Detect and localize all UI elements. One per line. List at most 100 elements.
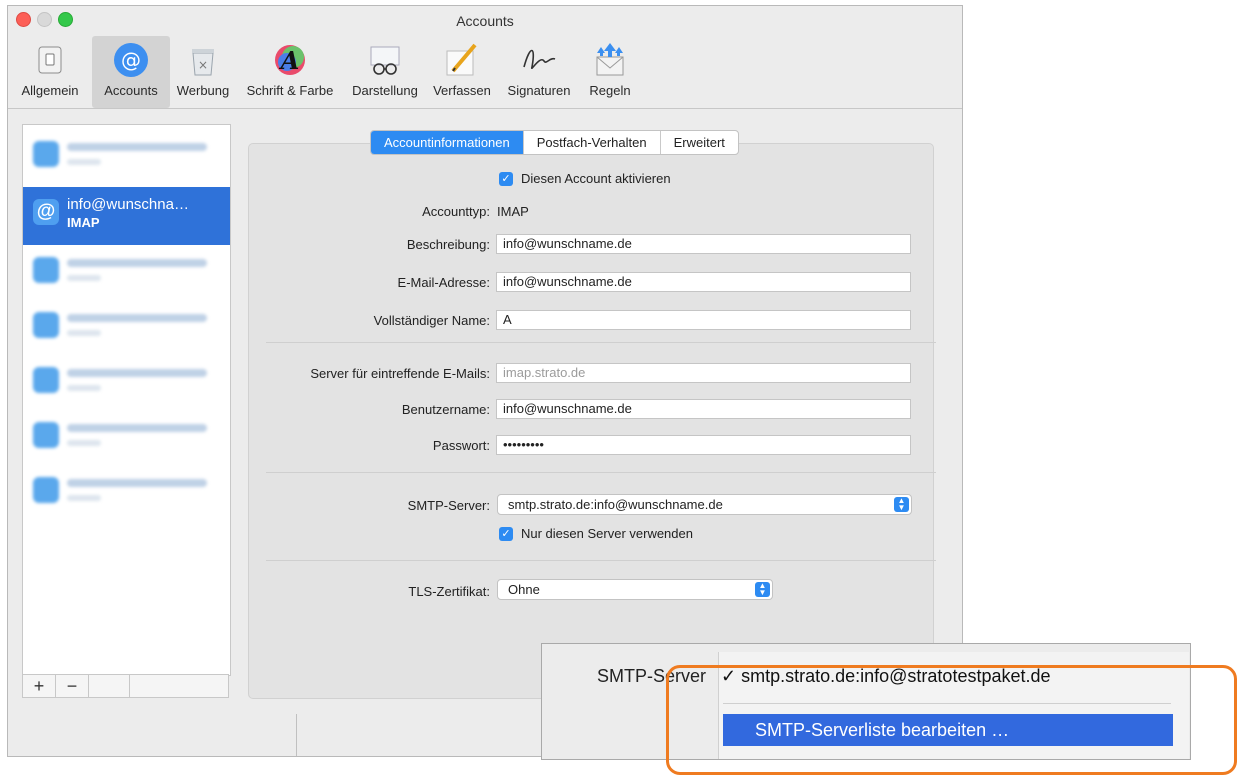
incoming-server-field[interactable]: imap.strato.de bbox=[496, 363, 911, 383]
tab-signaturen-label: Signaturen bbox=[507, 83, 571, 98]
account-icon bbox=[33, 422, 59, 448]
close-window-button[interactable] bbox=[16, 12, 31, 27]
accounttype-label: Accounttyp: bbox=[422, 204, 490, 219]
blurred-account-name bbox=[67, 369, 207, 377]
account-icon bbox=[33, 257, 59, 283]
account-list-item[interactable] bbox=[23, 355, 230, 413]
at-icon: @ bbox=[112, 41, 150, 79]
blurred-account-type bbox=[67, 330, 101, 336]
font-color-icon: A bbox=[271, 41, 309, 79]
active-account-name: info@wunschna… bbox=[67, 196, 189, 213]
tab-werbung-label: Werbung bbox=[176, 83, 230, 98]
enable-account-checkbox[interactable]: ✓ bbox=[499, 172, 513, 186]
tab-accounts[interactable]: @ Accounts bbox=[92, 36, 170, 108]
incoming-server-label: Server für eintreffende E-Mails: bbox=[310, 366, 490, 381]
blurred-account-name bbox=[67, 143, 207, 151]
email-field[interactable]: info@wunschname.de bbox=[496, 272, 911, 292]
blurred-account-name bbox=[67, 314, 207, 322]
tab-werbung[interactable]: × Werbung bbox=[170, 36, 236, 108]
svg-text:@: @ bbox=[121, 48, 141, 72]
tab-darstellung[interactable]: Darstellung bbox=[344, 36, 426, 108]
account-icon bbox=[33, 477, 59, 503]
password-field[interactable]: ••••••••• bbox=[496, 435, 911, 455]
smtp-server-value: smtp.strato.de:info@wunschname.de bbox=[508, 497, 723, 512]
username-label: Benutzername: bbox=[401, 402, 490, 417]
tab-regeln-label: Regeln bbox=[589, 83, 631, 98]
highlight-frame bbox=[666, 665, 1237, 775]
account-list-item[interactable] bbox=[23, 300, 230, 358]
window-title: Accounts bbox=[456, 13, 514, 29]
blurred-account-type bbox=[67, 275, 101, 281]
tab-accounts-label: Accounts bbox=[104, 83, 158, 98]
enable-account-label: Diesen Account aktivieren bbox=[521, 171, 671, 186]
blurred-account-type bbox=[67, 440, 101, 446]
account-list-item[interactable] bbox=[23, 410, 230, 468]
at-icon: @ bbox=[33, 199, 59, 225]
tls-certificate-popup[interactable]: Ohne ▲ ▼ bbox=[497, 579, 773, 600]
account-tab-bar: Accountinformationen Postfach-Verhalten … bbox=[370, 130, 739, 155]
section-divider bbox=[266, 560, 936, 561]
fullname-field[interactable]: A bbox=[496, 310, 911, 330]
section-divider bbox=[266, 342, 936, 343]
description-label: Beschreibung: bbox=[406, 237, 490, 252]
email-label: E-Mail-Adresse: bbox=[397, 275, 490, 290]
junk-trash-icon: × bbox=[184, 41, 222, 79]
account-list-item-active[interactable]: @ info@wunschna… IMAP bbox=[23, 187, 230, 245]
account-icon bbox=[33, 367, 59, 393]
popup-stepper-icon: ▲ ▼ bbox=[755, 582, 770, 597]
fullname-label: Vollständiger Name: bbox=[373, 313, 490, 328]
pencil-icon bbox=[443, 41, 481, 79]
signature-icon bbox=[520, 41, 558, 79]
blurred-account-type bbox=[67, 159, 101, 165]
svg-text:×: × bbox=[198, 58, 208, 72]
tab-allgemein-label: Allgemein bbox=[21, 83, 79, 98]
account-icon bbox=[33, 312, 59, 338]
tab-allgemein[interactable]: Allgemein bbox=[8, 36, 92, 108]
tls-certificate-value: Ohne bbox=[508, 582, 540, 597]
tab-schrift-farbe-label: Schrift & Farbe bbox=[246, 83, 334, 98]
svg-text:A: A bbox=[279, 46, 300, 75]
tab-regeln[interactable]: Regeln bbox=[580, 36, 640, 108]
only-this-server-label: Nur diesen Server verwenden bbox=[521, 526, 693, 541]
popup-stepper-icon: ▲ ▼ bbox=[894, 497, 909, 512]
tab-verfassen-label: Verfassen bbox=[433, 83, 491, 98]
tab-erweitert[interactable]: Erweitert bbox=[661, 131, 738, 154]
account-list-item[interactable] bbox=[23, 129, 230, 187]
smtp-server-popup[interactable]: smtp.strato.de:info@wunschname.de ▲ ▼ bbox=[497, 494, 912, 515]
add-account-button[interactable]: + bbox=[23, 675, 56, 697]
preferences-toolbar: Allgemein @ Accounts × Werbung A Schrift… bbox=[8, 36, 962, 108]
account-details-panel bbox=[248, 143, 934, 699]
tab-accountinformationen[interactable]: Accountinformationen bbox=[371, 131, 524, 154]
zoom-window-button[interactable] bbox=[58, 12, 73, 27]
only-this-server-checkbox[interactable]: ✓ bbox=[499, 527, 513, 541]
account-list-footer: + − bbox=[22, 674, 229, 698]
password-label: Passwort: bbox=[432, 438, 490, 453]
active-account-type: IMAP bbox=[67, 215, 100, 230]
minimize-window-button[interactable] bbox=[37, 12, 52, 27]
blurred-account-type bbox=[67, 495, 101, 501]
section-divider bbox=[266, 472, 936, 473]
rules-envelope-icon bbox=[591, 41, 629, 79]
tls-certificate-label: TLS-Zertifikat: bbox=[408, 584, 490, 599]
account-list[interactable]: @ info@wunschna… IMAP bbox=[22, 124, 231, 676]
smtp-server-label: SMTP-Server: bbox=[407, 498, 490, 513]
footer-spacer bbox=[89, 675, 130, 697]
toolbar-divider bbox=[8, 108, 962, 109]
blurred-account-name bbox=[67, 479, 207, 487]
blurred-account-name bbox=[67, 259, 207, 267]
tab-postfach-verhalten[interactable]: Postfach-Verhalten bbox=[524, 131, 661, 154]
blurred-account-type bbox=[67, 385, 101, 391]
account-list-item[interactable] bbox=[23, 465, 230, 523]
username-field[interactable]: info@wunschname.de bbox=[496, 399, 911, 419]
tab-verfassen[interactable]: Verfassen bbox=[426, 36, 498, 108]
tab-schrift-farbe[interactable]: A Schrift & Farbe bbox=[236, 36, 344, 108]
tab-signaturen[interactable]: Signaturen bbox=[498, 36, 580, 108]
tab-darstellung-label: Darstellung bbox=[352, 83, 418, 98]
remove-account-button[interactable]: − bbox=[56, 675, 89, 697]
accounttype-value: IMAP bbox=[497, 204, 529, 219]
switch-icon bbox=[31, 41, 69, 79]
account-list-item[interactable] bbox=[23, 245, 230, 303]
description-field[interactable]: info@wunschname.de bbox=[496, 234, 911, 254]
bottom-divider bbox=[296, 714, 297, 756]
blurred-account-name bbox=[67, 424, 207, 432]
